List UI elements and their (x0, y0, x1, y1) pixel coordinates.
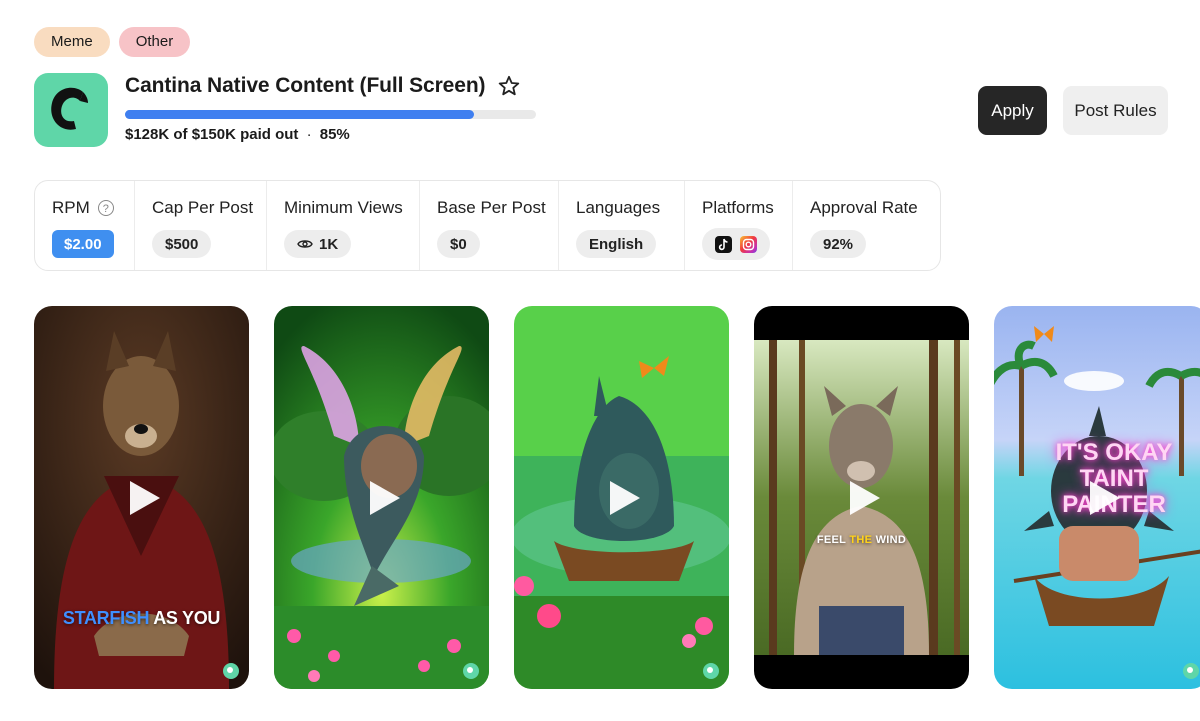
stat-base-per-post: Base Per Post $0 (420, 181, 559, 270)
cantina-watermark-icon (1183, 663, 1199, 679)
stat-languages-label: Languages (576, 198, 661, 217)
base-value: $0 (437, 230, 480, 258)
video-gallery: STARFISH AS YOU FEEL THE WIND IT'S OKAY … (34, 306, 1200, 689)
min-views-pill: 1K (284, 230, 352, 258)
play-icon[interactable] (129, 480, 160, 515)
languages-value: English (576, 230, 657, 258)
campaign-title: Cantina Native Content (Full Screen) (125, 74, 486, 97)
play-icon[interactable] (1089, 480, 1120, 515)
tag-meme[interactable]: Meme (34, 27, 110, 57)
payout-summary: $128K of $150K paid out · 85% (125, 126, 350, 143)
star-icon[interactable] (497, 74, 521, 98)
video-caption: STARFISH AS YOU (34, 608, 249, 629)
separator-dot: · (306, 126, 312, 143)
tiktok-icon (715, 235, 732, 253)
video-card[interactable] (274, 306, 489, 689)
cantina-watermark-icon (463, 663, 479, 679)
apply-button[interactable]: Apply (978, 86, 1047, 135)
caption-highlight: THE (849, 534, 873, 546)
play-icon[interactable] (609, 480, 640, 515)
stat-languages: Languages English (559, 181, 685, 270)
stat-cap-label: Cap Per Post (152, 198, 254, 217)
stat-minimum-views: Minimum Views 1K (267, 181, 420, 270)
stat-platforms-label: Platforms (702, 198, 774, 217)
help-icon[interactable]: ? (97, 200, 114, 216)
caption-pre: FEEL (816, 534, 850, 546)
stat-platforms: Platforms (685, 181, 793, 270)
stat-rpm: RPM ? $2.00 (35, 181, 135, 270)
video-card[interactable]: IT'S OKAY TAINT PAINTER (994, 306, 1200, 689)
stat-approval-rate: Approval Rate 92% (793, 181, 940, 270)
paid-percent: 85% (319, 126, 350, 143)
video-caption: FEEL THE WIND (754, 534, 969, 546)
instagram-icon (740, 235, 757, 253)
tag-list: Meme Other (34, 27, 191, 57)
video-card[interactable]: STARFISH AS YOU (34, 306, 249, 689)
stat-cap-per-post: Cap Per Post $500 (135, 181, 267, 270)
rpm-value: $2.00 (52, 230, 114, 258)
play-icon[interactable] (369, 480, 400, 515)
caption-highlight: STARFISH (62, 608, 150, 628)
cantina-watermark-icon (703, 663, 719, 679)
stat-rpm-label: RPM (52, 198, 90, 217)
video-card[interactable]: FEEL THE WIND (754, 306, 969, 689)
video-card[interactable] (514, 306, 729, 689)
paid-text: $128K of $150K paid out (125, 126, 299, 143)
tag-other[interactable]: Other (118, 27, 191, 57)
payout-progress-bar (125, 110, 536, 119)
stat-min-views-label: Minimum Views (284, 198, 403, 217)
caption-rest: WIND (872, 534, 907, 546)
stat-base-label: Base Per Post (437, 198, 546, 217)
campaign-header: Cantina Native Content (Full Screen) (125, 74, 521, 98)
stat-approval-label: Approval Rate (810, 198, 918, 217)
cantina-watermark-icon (223, 663, 239, 679)
platforms-pill (702, 228, 770, 260)
min-views-value: 1K (319, 235, 339, 253)
play-icon[interactable] (849, 480, 880, 515)
campaign-logo (34, 73, 108, 147)
approval-value: 92% (810, 230, 867, 258)
cap-value: $500 (152, 230, 212, 258)
payout-progress-fill (125, 110, 475, 119)
caption-rest: AS YOU (149, 608, 221, 628)
eye-icon (297, 240, 313, 248)
post-rules-button[interactable]: Post Rules (1063, 86, 1168, 135)
stats-card: RPM ? $2.00 Cap Per Post $500 Minimum Vi… (34, 180, 941, 271)
